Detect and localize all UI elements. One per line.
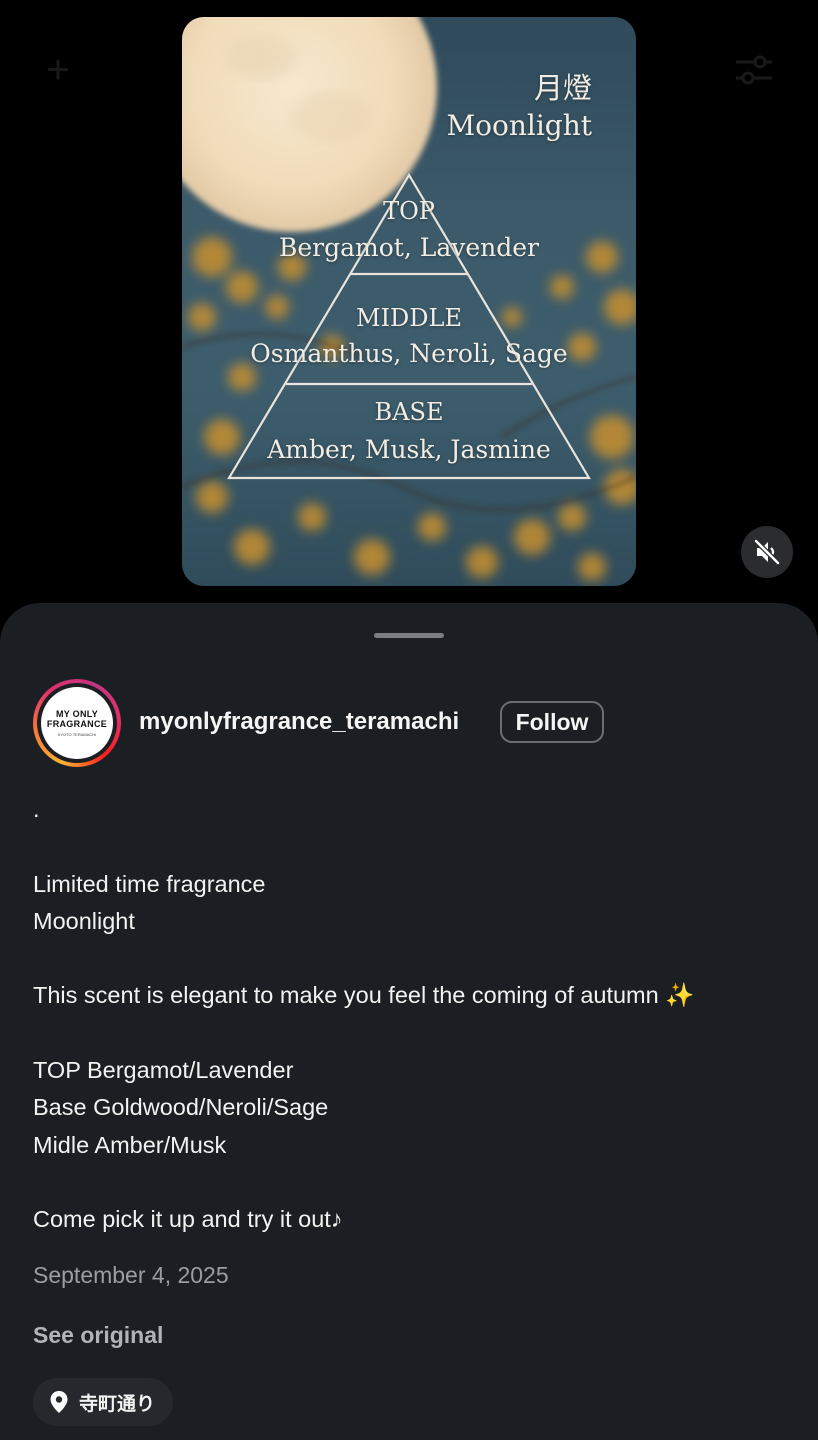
sheet-drag-handle[interactable] [374, 633, 444, 638]
caption-blank-line [33, 1015, 793, 1052]
mute-button[interactable] [741, 526, 793, 578]
caption-line: Come pick it up and try it out♪ [33, 1206, 343, 1233]
plus-icon[interactable]: + [32, 44, 84, 96]
logo-subtext: KYOTO TERAMACHI [57, 732, 97, 737]
location-label: 寺町通り [79, 1392, 156, 1415]
caption-line: Limited time fragrance [33, 870, 266, 897]
follow-button[interactable]: Follow [500, 701, 604, 743]
top-tier-notes: Bergamot, Lavender [279, 233, 539, 262]
caption-blank-line [33, 828, 793, 865]
caption-blank-line [33, 940, 793, 977]
fragrance-name-japanese: 月燈 [533, 71, 592, 105]
post-date: September 4, 2025 [33, 1262, 229, 1288]
avatar-ring-gap: MY ONLY FRAGRANCE KYOTO TERAMACHI [37, 683, 117, 763]
see-original-link[interactable]: See original [33, 1322, 163, 1349]
post-info-sheet: MY ONLY FRAGRANCE KYOTO TERAMACHI myonly… [0, 603, 818, 1440]
base-tier-label: BASE [374, 398, 444, 426]
post-caption: . Limited time fragrance Moonlight This … [33, 791, 793, 1239]
brand-logo: MY ONLY FRAGRANCE KYOTO TERAMACHI [41, 687, 113, 759]
logo-line-2: FRAGRANCE [46, 719, 108, 729]
caption-line: This scent is elegant to make you feel t… [33, 982, 695, 1009]
top-tier-label: TOP [383, 197, 435, 225]
logo-line-1: MY ONLY [55, 709, 99, 719]
profile-avatar[interactable]: MY ONLY FRAGRANCE KYOTO TERAMACHI [33, 679, 121, 767]
fragrance-name-english: Moonlight [446, 109, 592, 142]
username-link[interactable]: myonlyfragrance_teramachi [139, 708, 459, 736]
caption-line: TOP Bergamot/Lavender [33, 1057, 294, 1084]
filter-icon-glyph [736, 55, 772, 85]
caption-blank-line [33, 1164, 793, 1201]
base-tier-notes: Amber, Musk, Jasmine [267, 435, 551, 464]
filter-icon[interactable] [728, 44, 780, 96]
speaker-muted-icon [754, 539, 780, 565]
post-detail-screen: + 月燈 Moonlight TOP Bergamot, Lavender MI… [0, 0, 818, 1440]
caption-line: Base Goldwood/Neroli/Sage [33, 1094, 329, 1121]
location-pin-icon [50, 1391, 68, 1413]
caption-line: Moonlight [33, 907, 135, 934]
location-chip[interactable]: 寺町通り [33, 1378, 174, 1426]
post-media[interactable]: 月燈 Moonlight TOP Bergamot, Lavender MIDD… [182, 17, 636, 586]
middle-tier-label: MIDDLE [356, 304, 462, 332]
middle-tier-notes: Osmanthus, Neroli, Sage [250, 339, 568, 368]
caption-line: Midle Amber/Musk [33, 1131, 227, 1158]
caption-line: . [33, 796, 40, 822]
